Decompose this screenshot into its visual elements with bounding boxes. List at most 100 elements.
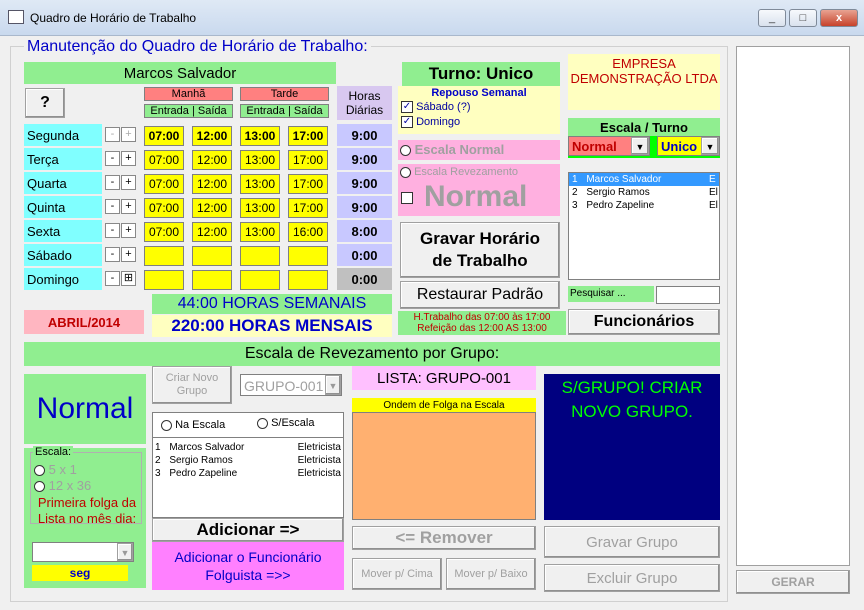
escala-normal-option[interactable]: Escala Normal: [398, 140, 560, 160]
ordem-folga-list[interactable]: [352, 412, 536, 520]
time-input[interactable]: [240, 270, 280, 290]
gerar-button[interactable]: GERAR: [736, 570, 850, 594]
employee-name: Marcos Salvador: [24, 62, 336, 84]
employee-list-item[interactable]: 1 Marcos Salvador E: [569, 173, 719, 186]
plus-button[interactable]: +: [121, 247, 136, 262]
sabado-option[interactable]: ✓ Sábado (?): [401, 101, 560, 114]
chevron-down-icon[interactable]: ▼: [117, 543, 133, 561]
minimize-button[interactable]: _: [758, 9, 786, 27]
time-input[interactable]: [240, 246, 280, 266]
escala-revezamento-option[interactable]: Escala Revezamento: [398, 164, 560, 178]
minus-button[interactable]: -: [105, 127, 120, 142]
radio-12x36[interactable]: [34, 481, 45, 493]
time-input[interactable]: 17:00: [288, 198, 328, 218]
minus-button[interactable]: -: [105, 199, 120, 214]
employee-list-item[interactable]: 3 Pedro Zapeline El: [569, 199, 719, 212]
escala-revezamento-radio[interactable]: [400, 166, 411, 178]
restaurar-padrao-button[interactable]: Restaurar Padrão: [400, 281, 560, 309]
remover-button[interactable]: <= Remover: [352, 526, 536, 550]
plus-button[interactable]: +: [121, 175, 136, 190]
time-input[interactable]: 16:00: [288, 222, 328, 242]
minus-button[interactable]: -: [105, 271, 120, 286]
group-member-item[interactable]: 3 Pedro Zapeline Eletricista: [155, 467, 343, 480]
time-input[interactable]: [288, 270, 328, 290]
employee-list[interactable]: 1 Marcos Salvador E 2 Sergio Ramos El 3 Pedr…: [568, 172, 720, 280]
plus-button[interactable]: +: [121, 199, 136, 214]
time-input[interactable]: 07:00: [144, 126, 184, 146]
time-input[interactable]: [192, 270, 232, 290]
plus-button[interactable]: +: [121, 223, 136, 238]
radio-12x36-option[interactable]: 12 x 36: [34, 478, 91, 493]
help-button[interactable]: ?: [25, 88, 65, 118]
group-member-item[interactable]: 2 Sergio Ramos Eletricista: [155, 454, 343, 467]
radio-5x1[interactable]: [34, 465, 45, 477]
na-escala-option[interactable]: Na Escala: [161, 419, 225, 431]
time-input[interactable]: [144, 246, 184, 266]
radio-5x1-option[interactable]: 5 x 1: [34, 462, 77, 477]
time-input[interactable]: 17:00: [288, 150, 328, 170]
gravar-horario-button[interactable]: Gravar Horário de Trabalho: [400, 222, 560, 278]
domingo-checkbox[interactable]: ✓: [401, 116, 413, 129]
domingo-option[interactable]: ✓ Domingo: [401, 116, 560, 129]
funcionarios-button[interactable]: Funcionários: [568, 309, 720, 335]
time-input[interactable]: 12:00: [192, 222, 232, 242]
pesquisar-label: Pesquisar ...: [568, 286, 654, 302]
escala-normal-radio[interactable]: [400, 145, 411, 157]
time-input[interactable]: 17:00: [288, 174, 328, 194]
gravar-grupo-button[interactable]: Gravar Grupo: [544, 526, 720, 558]
adicionar-folguista-button[interactable]: Adicionar o Funcionário Folguista =>>: [152, 542, 344, 590]
grupo-select[interactable]: GRUPO-001 ▼: [240, 374, 342, 396]
time-input[interactable]: 07:00: [144, 222, 184, 242]
adicionar-button[interactable]: Adicionar =>: [152, 518, 344, 542]
time-input[interactable]: 13:00: [240, 150, 280, 170]
time-input[interactable]: [192, 246, 232, 266]
excluir-grupo-button[interactable]: Excluir Grupo: [544, 564, 720, 592]
mover-cima-button[interactable]: Mover p/ Cima: [352, 558, 442, 590]
chevron-down-icon[interactable]: ▼: [325, 375, 341, 395]
minus-button[interactable]: -: [105, 151, 120, 166]
na-escala-radio[interactable]: [161, 419, 172, 431]
time-input[interactable]: 13:00: [240, 126, 280, 146]
time-input[interactable]: [144, 270, 184, 290]
escala-select[interactable]: Normal ▼: [568, 136, 650, 156]
time-input[interactable]: 12:00: [192, 198, 232, 218]
s-escala-radio[interactable]: [257, 417, 268, 429]
chevron-down-icon[interactable]: ▼: [701, 137, 719, 155]
minus-button[interactable]: -: [105, 247, 120, 262]
plus-button[interactable]: +: [121, 151, 136, 166]
pesquisar-input[interactable]: [656, 286, 720, 304]
close-button[interactable]: x: [820, 9, 858, 27]
escala-normal-label: Escala Normal: [414, 142, 505, 157]
time-input[interactable]: 07:00: [144, 150, 184, 170]
minus-button[interactable]: -: [105, 223, 120, 238]
time-input[interactable]: 13:00: [240, 222, 280, 242]
minus-button[interactable]: -: [105, 175, 120, 190]
plus-button[interactable]: +: [121, 127, 136, 142]
time-input[interactable]: 17:00: [288, 126, 328, 146]
time-input[interactable]: 07:00: [144, 174, 184, 194]
time-input[interactable]: [288, 246, 328, 266]
output-panel[interactable]: [736, 46, 850, 566]
time-input[interactable]: 12:00: [192, 174, 232, 194]
normal-check-box[interactable]: [401, 191, 413, 204]
employee-list-item[interactable]: 2 Sergio Ramos El: [569, 186, 719, 199]
normal-checkbox[interactable]: [401, 190, 413, 204]
time-input[interactable]: 12:00: [192, 126, 232, 146]
time-input[interactable]: 12:00: [192, 150, 232, 170]
time-input[interactable]: 13:00: [240, 174, 280, 194]
s-escala-option[interactable]: S/Escala: [257, 417, 314, 429]
time-input[interactable]: 13:00: [240, 198, 280, 218]
day-select[interactable]: ▼: [32, 542, 134, 562]
chevron-down-icon[interactable]: ▼: [631, 137, 649, 155]
group-member-item[interactable]: 1 Marcos Salvador Eletricista: [155, 441, 343, 454]
sabado-checkbox[interactable]: ✓: [401, 101, 413, 114]
turno-select[interactable]: Unico ▼: [657, 136, 720, 156]
time-input[interactable]: 07:00: [144, 198, 184, 218]
tarde-entrada-saida: Entrada | Saída: [240, 104, 329, 118]
mover-baixo-button[interactable]: Mover p/ Baixo: [446, 558, 536, 590]
criar-grupo-button[interactable]: Criar Novo Grupo: [152, 366, 232, 404]
maximize-button[interactable]: □: [789, 9, 817, 27]
employee-item-role: E: [709, 174, 716, 185]
plus-boxed-button[interactable]: ⊞: [121, 271, 136, 286]
day-label: Sexta: [24, 220, 102, 242]
